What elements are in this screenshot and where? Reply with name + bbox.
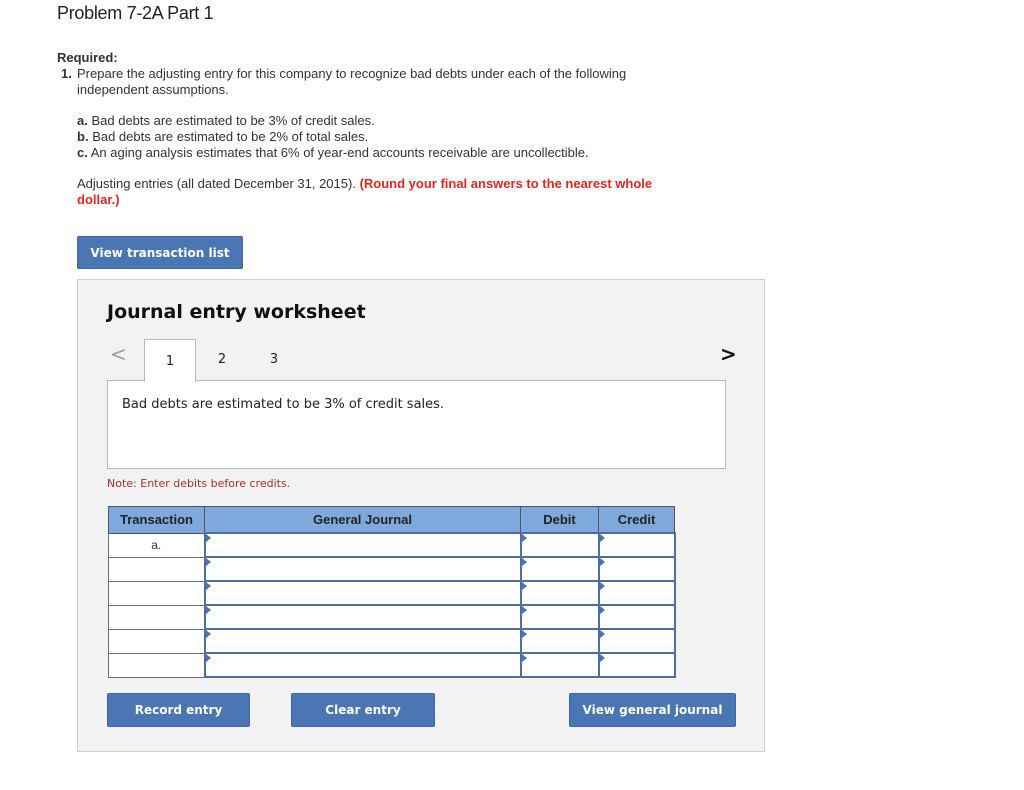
- transaction-description: Bad debts are estimated to be 3% of cred…: [122, 397, 445, 412]
- assumption-a: a. Bad debts are estimated to be 3% of c…: [77, 113, 589, 129]
- transaction-description-box: Bad debts are estimated to be 3% of cred…: [107, 380, 726, 469]
- assumption-letter: a.: [77, 113, 88, 128]
- chevron-right-icon[interactable]: >: [720, 342, 737, 366]
- debit-input[interactable]: [519, 628, 600, 654]
- general-journal-input[interactable]: [203, 556, 522, 582]
- table-row: [108, 604, 676, 630]
- required-item-number: 1.: [61, 66, 72, 81]
- chevron-left-icon[interactable]: <: [110, 342, 127, 366]
- transaction-cell: [108, 580, 205, 606]
- instructions: Adjusting entries (all dated December 31…: [77, 176, 697, 208]
- required-label: Required:: [57, 50, 118, 65]
- tab-2[interactable]: 2: [196, 339, 248, 380]
- debit-input[interactable]: [519, 580, 600, 606]
- assumption-c: c. An aging analysis estimates that 6% o…: [77, 145, 589, 161]
- table-row: [108, 628, 676, 654]
- general-journal-input[interactable]: [203, 580, 522, 606]
- assumption-text: Bad debts are estimated to be 2% of tota…: [92, 129, 369, 144]
- page-title: Problem 7-2A Part 1: [57, 3, 214, 23]
- header-transaction: Transaction: [108, 506, 205, 534]
- required-item: 1. Prepare the adjusting entry for this …: [61, 66, 681, 98]
- table-row: [108, 652, 676, 678]
- general-journal-input[interactable]: [203, 532, 522, 558]
- transaction-cell: [108, 556, 205, 582]
- credit-input[interactable]: [597, 532, 676, 558]
- record-entry-button[interactable]: Record entry: [107, 693, 250, 727]
- journal-entry-worksheet: Journal entry worksheet < 1 2 3 > Bad de…: [77, 279, 765, 752]
- assumption-letter: c.: [77, 145, 88, 160]
- general-journal-input[interactable]: [203, 628, 522, 654]
- header-credit: Credit: [598, 506, 675, 534]
- transaction-cell: [108, 604, 205, 630]
- tab-3[interactable]: 3: [248, 339, 300, 380]
- credit-input[interactable]: [597, 652, 676, 678]
- debit-input[interactable]: [519, 532, 600, 558]
- view-general-journal-button[interactable]: View general journal: [569, 693, 736, 727]
- header-debit: Debit: [520, 506, 599, 534]
- credit-input[interactable]: [597, 628, 676, 654]
- assumption-text: An aging analysis estimates that 6% of y…: [90, 145, 589, 160]
- header-general-journal: General Journal: [204, 506, 521, 534]
- transaction-cell: a.: [108, 532, 205, 558]
- view-transaction-list-button[interactable]: View transaction list: [77, 236, 243, 269]
- transaction-cell: [108, 628, 205, 654]
- clear-entry-button[interactable]: Clear entry: [291, 693, 435, 727]
- table-row: [108, 556, 676, 582]
- debit-input[interactable]: [519, 556, 600, 582]
- instructions-text: Adjusting entries (all dated December 31…: [77, 176, 356, 191]
- credit-input[interactable]: [597, 580, 676, 606]
- worksheet-title: Journal entry worksheet: [107, 301, 366, 323]
- credit-input[interactable]: [597, 604, 676, 630]
- assumption-b: b. Bad debts are estimated to be 2% of t…: [77, 129, 589, 145]
- assumption-text: Bad debts are estimated to be 3% of cred…: [91, 113, 375, 128]
- required-item-text: Prepare the adjusting entry for this com…: [77, 66, 627, 97]
- table-header-row: Transaction General Journal Debit Credit: [108, 506, 675, 534]
- tab-1[interactable]: 1: [144, 339, 196, 382]
- debit-input[interactable]: [519, 652, 600, 678]
- journal-entry-table: Transaction General Journal Debit Credit…: [108, 506, 676, 678]
- general-journal-input[interactable]: [203, 652, 522, 678]
- note-text: Note: Enter debits before credits.: [107, 477, 291, 490]
- table-row: [108, 580, 676, 606]
- credit-input[interactable]: [597, 556, 676, 582]
- transaction-cell: [108, 652, 205, 678]
- assumptions-list: a. Bad debts are estimated to be 3% of c…: [77, 113, 589, 161]
- debit-input[interactable]: [519, 604, 600, 630]
- general-journal-input[interactable]: [203, 604, 522, 630]
- table-row: a.: [108, 532, 676, 558]
- assumption-letter: b.: [77, 129, 89, 144]
